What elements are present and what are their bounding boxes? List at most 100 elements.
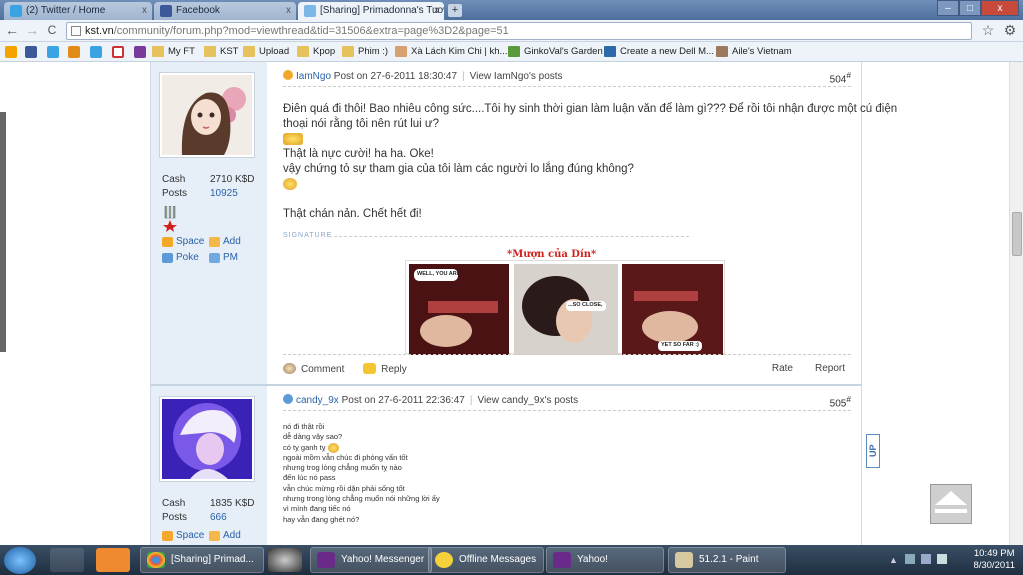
poke-link[interactable]: Poke	[162, 252, 199, 263]
poke-icon	[162, 253, 173, 263]
bookmark-xa-lach[interactable]: Xà Lách Kim Chi | kh...	[395, 44, 507, 60]
reply-button[interactable]: Reply	[363, 363, 407, 375]
page-icon	[71, 26, 81, 36]
taskbar-item-yahoo-messenger[interactable]: Yahoo! Messenger	[310, 547, 432, 573]
post-body: nó đi thật rồi dễ dàng vậy sao? có tỵ ga…	[283, 422, 845, 525]
home-icon	[162, 531, 173, 541]
twitter-icon[interactable]	[47, 46, 59, 58]
author-link[interactable]: IamNgo	[296, 71, 331, 82]
arrow-up-icon	[935, 491, 967, 513]
start-button[interactable]	[4, 547, 36, 574]
wrench-icon[interactable]: ⚙	[1002, 23, 1018, 39]
address-bar[interactable]: kst.vn/community/forum.php?mod=viewthrea…	[66, 22, 972, 40]
bookmark-kst[interactable]: KST	[204, 44, 238, 60]
folder-icon	[243, 46, 255, 57]
taskbar-label: Yahoo!	[577, 554, 608, 565]
chrome-icon	[147, 552, 165, 568]
space-link[interactable]: Space	[162, 530, 204, 541]
post-line: Thật là nực cười! ha ha. Oke!	[283, 148, 434, 160]
bookmark-aile[interactable]: Aile's Vietnam	[716, 44, 792, 60]
bookmark-star-icon[interactable]: ☆	[980, 23, 996, 39]
facebook-icon[interactable]	[25, 46, 37, 58]
tab-sharing-active[interactable]: [Sharing] Primadonna's Tuơ x	[298, 2, 444, 20]
flag-icon[interactable]	[921, 554, 931, 564]
post-header: IamNgo Post on 27-6-2011 18:30:47 | View I…	[283, 70, 851, 85]
new-tab-button[interactable]: +	[448, 4, 462, 17]
action-label: PM	[223, 252, 238, 263]
add-friend-link[interactable]: Add	[209, 236, 241, 247]
bookmark-upload[interactable]: Upload	[243, 44, 289, 60]
back-to-top-button[interactable]	[930, 484, 972, 524]
taskbar-item-chrome[interactable]: [Sharing] Primad...	[140, 547, 264, 573]
app-launcher-icon[interactable]	[96, 548, 130, 572]
post-number[interactable]: 505#	[830, 394, 851, 409]
scroll-up-tab[interactable]: UP	[866, 434, 880, 468]
post-footer: Comment Reply Rate Report	[283, 363, 851, 375]
rate-link[interactable]: Rate	[772, 363, 793, 374]
avatar[interactable]	[159, 72, 255, 158]
reply-label: Reply	[381, 364, 407, 375]
view-author-posts-link[interactable]: View candy_9x's posts	[477, 395, 578, 406]
online-status-icon	[283, 394, 293, 404]
bookmark-ginkoval[interactable]: GinkoVal's Garden	[508, 44, 603, 60]
folder-icon	[204, 46, 216, 57]
online-status-icon	[283, 70, 293, 80]
media-icon[interactable]	[268, 548, 302, 572]
avatar[interactable]	[159, 396, 255, 482]
vietnam-icon[interactable]	[112, 46, 124, 58]
site-icon	[716, 46, 728, 57]
view-author-posts-link[interactable]: View IamNgo's posts	[470, 71, 563, 82]
vertical-scrollbar[interactable]	[1009, 62, 1023, 545]
maximize-button[interactable]: □	[959, 0, 981, 16]
bookmark-kpop[interactable]: Kpop	[297, 44, 335, 60]
cash-stat: Cash 2710 K$D	[162, 174, 254, 185]
close-icon[interactable]: x	[434, 2, 439, 20]
close-icon[interactable]: x	[142, 2, 147, 20]
taskbar-item-yahoo[interactable]: Yahoo!	[546, 547, 664, 573]
post-date: Post on 27-6-2011 22:36:47	[341, 395, 465, 406]
tab-twitter[interactable]: (2) Twitter / Home x	[4, 2, 152, 20]
pm-link[interactable]: PM	[209, 252, 238, 263]
yahoo-icon	[553, 552, 571, 568]
taskbar-item-paint[interactable]: 51.2.1 - Paint	[668, 547, 786, 573]
minimize-button[interactable]: –	[937, 0, 959, 16]
reload-button[interactable]: C	[44, 23, 60, 39]
add-friend-link[interactable]: Add	[209, 530, 241, 541]
comment-button[interactable]: Comment	[283, 363, 344, 375]
blog-icon[interactable]	[68, 46, 80, 58]
emoticon-icon	[283, 177, 297, 190]
show-hidden-icons-icon[interactable]: ▲	[889, 555, 898, 565]
close-window-button[interactable]: x	[981, 0, 1019, 16]
signature-comic-image: WELL, YOU ARE ...SO CLOSE, YET SO FAR :)	[405, 260, 725, 356]
yahoo-icon[interactable]	[134, 46, 146, 58]
bookmark-my-ft[interactable]: My FT	[152, 44, 195, 60]
posts-count[interactable]: 666	[210, 512, 227, 523]
taskbar-item-offline-messages[interactable]: Offline Messages	[428, 547, 544, 573]
yahoo-messenger-icon	[317, 552, 335, 568]
bookmark-phim[interactable]: Phim :)	[342, 44, 388, 60]
post-line: Điên quá đi thôi! Bao nhiêu công sức....…	[283, 103, 898, 115]
forward-button[interactable]: →	[24, 23, 40, 39]
post-number[interactable]: 504#	[830, 70, 851, 85]
scrollbar-thumb[interactable]	[1012, 212, 1022, 256]
volume-icon[interactable]	[937, 554, 947, 564]
clock[interactable]: 10:49 PM 8/30/2011	[973, 548, 1015, 572]
twitter-icon[interactable]	[90, 46, 102, 58]
back-button[interactable]: ←	[4, 23, 20, 39]
bookmark-icon[interactable]	[5, 46, 17, 58]
bookmark-dell[interactable]: Create a new Dell M...	[604, 44, 714, 60]
add-friend-icon	[209, 237, 220, 247]
report-link[interactable]: Report	[815, 363, 845, 374]
close-icon[interactable]: x	[286, 2, 291, 20]
network-icon[interactable]	[905, 554, 915, 564]
space-link[interactable]: Space	[162, 236, 204, 247]
tab-facebook[interactable]: Facebook x	[154, 2, 296, 20]
clock-time: 10:49 PM	[973, 548, 1015, 559]
post-line: hay vẫn đang ghét nó?	[283, 514, 360, 524]
home-icon	[162, 237, 173, 247]
author-link[interactable]: candy_9x	[296, 395, 339, 406]
bookmarks-bar: My FT KST Upload Kpop Phim :) Xà Lách Ki…	[0, 42, 1023, 62]
twitter-icon	[10, 5, 22, 17]
posts-count[interactable]: 10925	[210, 188, 238, 199]
explorer-icon[interactable]	[50, 548, 84, 572]
